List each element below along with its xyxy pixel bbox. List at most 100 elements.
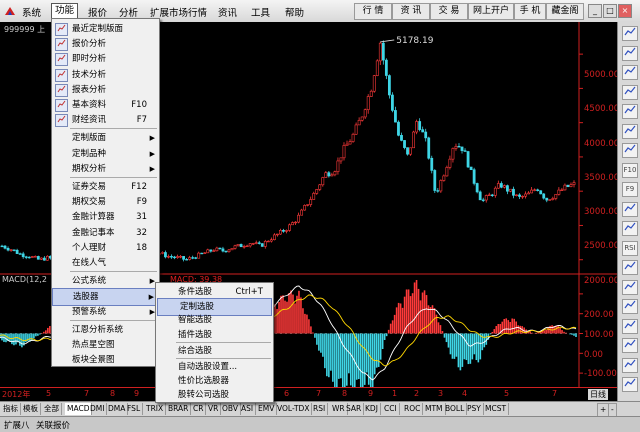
indicator-tab-brar[interactable]: BRAR: [166, 403, 192, 415]
period-daily-label[interactable]: 日线: [588, 389, 608, 400]
toolbar-arrow-icon[interactable]: [622, 318, 638, 334]
candle-body: [345, 143, 349, 146]
function-menu-item[interactable]: 金融记事本 32: [52, 225, 159, 241]
candle-body: [221, 248, 225, 252]
quote-button[interactable]: 行 情: [354, 3, 392, 20]
tab-remove-button[interactable]: -: [608, 403, 617, 417]
minimize-button[interactable]: _: [588, 4, 602, 18]
toolbar-f9-icon[interactable]: F9: [622, 182, 638, 197]
stock-picker-item[interactable]: 插件选股: [156, 327, 273, 343]
candle-body: [521, 195, 524, 198]
function-menu-item[interactable]: 技术分析: [52, 67, 159, 83]
function-menu-item[interactable]: 即时分析: [52, 51, 159, 67]
toolbar-lock-icon[interactable]: [622, 299, 638, 314]
candle-body: [512, 188, 515, 196]
toolbar-f10-icon[interactable]: F10: [622, 162, 638, 178]
function-menu-item[interactable]: 报价分析: [52, 36, 159, 52]
candle-body: [257, 242, 261, 244]
layout-icon: [55, 23, 68, 36]
candle-body: [18, 253, 22, 255]
toolbar-line-icon[interactable]: [622, 123, 638, 139]
toolbar-plus-icon[interactable]: [622, 377, 638, 392]
candle-body: [251, 243, 255, 245]
toolbar-bars2-icon[interactable]: [622, 260, 638, 275]
indicator-tab-全部[interactable]: 全部: [42, 403, 62, 415]
indicator-tab-sar[interactable]: SAR: [344, 403, 365, 415]
indicator-tab-fsl[interactable]: FSL: [125, 403, 144, 415]
menu-function[interactable]: 功能: [51, 3, 79, 19]
toolbar-star-icon[interactable]: [622, 338, 638, 353]
indicator-tab-kdj[interactable]: KDJ: [363, 403, 381, 415]
function-menu-item[interactable]: 报表分析: [52, 82, 159, 98]
function-menu-item[interactable]: 基本资料 F10: [52, 97, 159, 113]
toolbar-flag-icon[interactable]: [622, 357, 638, 373]
menu-item-label: 预警系统: [72, 306, 107, 317]
status-related-quote[interactable]: 关联报价: [36, 419, 70, 431]
function-menu-item[interactable]: 江恩分析系统: [52, 322, 159, 338]
toolbar-pen-icon[interactable]: [622, 279, 638, 295]
toolbar-grid-icon[interactable]: [622, 65, 638, 80]
indicator-tab-dmi[interactable]: DMI: [88, 403, 108, 415]
indicator-tab-boll[interactable]: BOLL: [443, 403, 468, 415]
gold-button[interactable]: 藏金阁: [546, 3, 584, 20]
price-tick-label: 4500.00: [584, 104, 620, 115]
function-menu-item[interactable]: 期权交易 F9: [52, 194, 159, 210]
menu-extended-market[interactable]: 扩展市场行情: [150, 5, 207, 19]
candle-body: [230, 248, 234, 251]
news-button[interactable]: 资 讯: [392, 3, 430, 20]
menu-help[interactable]: 帮助: [285, 5, 304, 19]
toolbar-mini-chart-icon[interactable]: [622, 26, 638, 41]
toolbar-info-icon[interactable]: [622, 84, 638, 100]
toolbar-list-icon[interactable]: [622, 45, 638, 61]
trade-button[interactable]: 交 易: [430, 3, 468, 20]
status-extension-8[interactable]: 扩展八: [4, 419, 30, 431]
toolbar-target-icon[interactable]: [622, 104, 638, 119]
indicator-tab-obv[interactable]: OBV: [220, 403, 241, 415]
indicator-tab-指标[interactable]: 指标: [1, 403, 21, 415]
menu-item-label: 定制品种: [72, 148, 107, 159]
close-button[interactable]: ×: [618, 4, 632, 18]
menu-analysis[interactable]: 分析: [119, 5, 138, 19]
toolbar-chart-icon[interactable]: [622, 201, 638, 217]
stock-picker-item[interactable]: 综合选股: [156, 343, 273, 359]
indicator-tab-vol-tdx[interactable]: VOL-TDX: [275, 403, 313, 415]
candle-body: [360, 116, 364, 121]
function-menu-item[interactable]: 定制品种 ▶: [52, 146, 159, 162]
indicator-tab-rsi[interactable]: RSI: [311, 403, 329, 415]
function-menu-item[interactable]: 板块全景图: [52, 352, 159, 368]
indicator-tab-asi[interactable]: ASI: [239, 403, 257, 415]
indicator-tab-模板[interactable]: 模板: [21, 403, 41, 415]
function-menu-item[interactable]: 热点星空图: [52, 337, 159, 353]
maximize-button[interactable]: □: [603, 4, 617, 18]
menu-info[interactable]: 资讯: [218, 5, 237, 19]
mobile-button[interactable]: 手 机: [514, 3, 546, 20]
function-menu-item[interactable]: 定制版面 ▶: [52, 130, 159, 146]
function-menu-item[interactable]: 在线人气: [52, 255, 159, 271]
function-menu-item[interactable]: 财经资讯 F7: [52, 112, 159, 128]
candle-body: [409, 147, 412, 155]
function-menu-item[interactable]: 个人理财 18: [52, 240, 159, 256]
stock-picker-item[interactable]: 股转公司选股: [156, 387, 273, 403]
toolbar-rsi-icon[interactable]: RSI: [622, 240, 638, 256]
function-menu-item[interactable]: 最近定制版面: [52, 21, 159, 37]
indicator-tab-mcst[interactable]: MCST: [483, 403, 510, 415]
function-menu-item[interactable]: 期权分析 ▶: [52, 161, 159, 177]
toolbar-chart2-icon[interactable]: [622, 221, 638, 236]
menu-quote[interactable]: 报价: [88, 5, 107, 19]
function-menu-item[interactable]: 预警系统 ▶: [52, 304, 159, 320]
menu-tools[interactable]: 工具: [251, 5, 270, 19]
toolbar-bars-icon[interactable]: [622, 143, 638, 158]
time-tick-label: 7: [84, 389, 90, 398]
f10-icon: [55, 99, 68, 112]
indicator-tab-psy[interactable]: PSY: [465, 403, 484, 415]
function-menu-item[interactable]: 金融计算器 31: [52, 209, 159, 225]
indicator-tab-cci[interactable]: CCI: [382, 403, 400, 415]
menu-system[interactable]: 系统: [22, 5, 41, 19]
indicator-tab-trix[interactable]: TRIX: [144, 403, 167, 415]
open-account-button[interactable]: 网上开户: [468, 3, 514, 20]
function-menu-item[interactable]: 公式系统 ▶: [52, 273, 159, 289]
indicator-tab-cr[interactable]: CR: [191, 403, 207, 415]
function-menu-item[interactable]: 证券交易 F12: [52, 179, 159, 195]
time-tick-label: 9: [134, 389, 140, 398]
indicator-tab-roc[interactable]: ROC: [402, 403, 424, 415]
